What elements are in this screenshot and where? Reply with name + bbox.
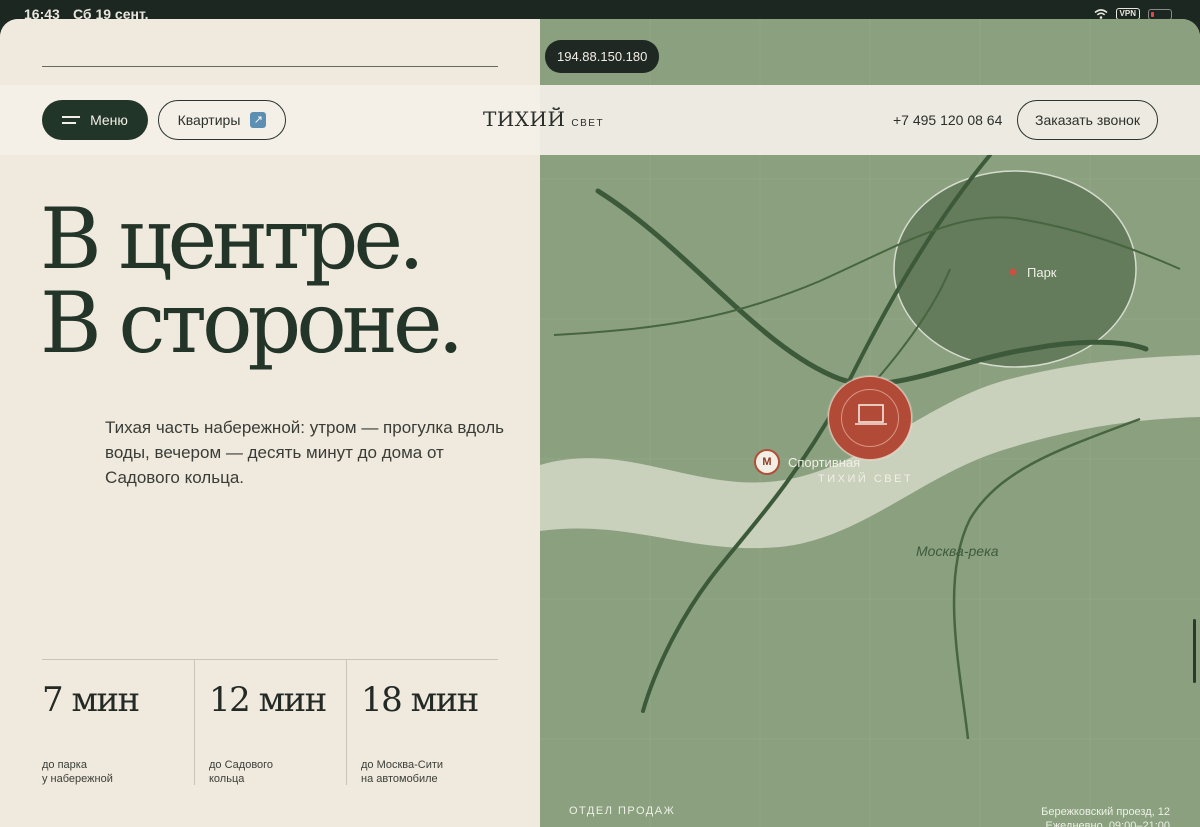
arrow-up-right-icon: ↗ <box>250 112 267 128</box>
park-label: Парк <box>1027 265 1057 280</box>
park-dot <box>1009 268 1017 276</box>
stats-row: 7 мин до парка у набережной 12 мин до Са… <box>42 659 498 785</box>
stat-caption-line: до парка <box>42 759 87 771</box>
phone-link[interactable]: +7 495 120 08 64 <box>893 112 1002 128</box>
stat-value: 18 мин <box>361 680 479 720</box>
request-call-button[interactable]: Заказать звонок <box>1017 100 1158 140</box>
ip-address-badge: 194.88.150.180 <box>545 40 660 73</box>
browser-screen: В центре. В стороне. Тихая часть набереж… <box>0 19 1200 827</box>
menu-button-label: Меню <box>90 112 128 128</box>
stat-park: 7 мин до парка у набережной <box>42 660 194 785</box>
hamburger-icon <box>62 116 81 124</box>
scrollbar[interactable] <box>1193 619 1196 683</box>
hours-line: Ежедневно, 09:00–21:00 <box>1045 820 1170 827</box>
stat-caption: до парка у набережной <box>42 758 162 786</box>
stat-caption-line: до Москва-Сити <box>361 759 444 771</box>
street <box>952 417 1141 740</box>
stat-moscow-city: 18 мин до Москва-Сити на автомобиле <box>346 660 498 785</box>
building-icon <box>855 404 887 425</box>
stat-caption-line: кольца <box>209 773 245 785</box>
request-call-label: Заказать звонок <box>1035 112 1140 128</box>
hero-line-2: В стороне. <box>40 274 464 372</box>
stat-caption: до Садового кольца <box>209 758 329 786</box>
stat-caption: до Москва-Сити на автомобиле <box>361 758 481 786</box>
logo-sub: СВЕТ <box>571 118 605 129</box>
stat-value: 12 мин <box>209 680 327 720</box>
divider <box>42 66 498 67</box>
stat-caption-line: у набережной <box>42 773 113 785</box>
sales-address: Бережковский проезд, 12 Ежедневно, 09:00… <box>1041 805 1170 827</box>
stat-value: 7 мин <box>42 680 140 720</box>
river-label: Москва-река <box>916 543 999 559</box>
stat-caption-line: на автомобиле <box>361 773 438 785</box>
metro-icon: М <box>754 449 780 475</box>
hero-line-1: В центре. <box>40 190 425 288</box>
apartments-button-label: Квартиры <box>177 112 241 128</box>
hero-lead: Тихая часть набережной: утром — прогулка… <box>105 418 505 487</box>
battery-icon <box>1148 8 1172 20</box>
stat-caption-line: до Садового <box>209 759 274 771</box>
sales-label: ОТДЕЛ ПРОДАЖ <box>569 805 676 817</box>
menu-button[interactable]: Меню <box>42 100 148 140</box>
logo-main: ТИХИЙ <box>483 107 566 131</box>
site-logo[interactable]: ТИХИЙ СВЕТ <box>483 107 604 131</box>
wifi-icon <box>1094 9 1108 19</box>
stat-garden-ring: 12 мин до Садового кольца <box>194 660 346 785</box>
hero-title: В центре. В стороне. <box>40 190 464 372</box>
pin-label: ТИХИЙ СВЕТ <box>818 473 914 485</box>
site-header: Меню Квартиры ↗ ТИХИЙ СВЕТ +7 495 120 08… <box>0 85 1200 155</box>
location-pin[interactable] <box>828 376 912 460</box>
park-area <box>893 170 1137 368</box>
address-line: Бережковский проезд, 12 <box>1041 806 1170 818</box>
apartments-button[interactable]: Квартиры ↗ <box>158 100 286 140</box>
